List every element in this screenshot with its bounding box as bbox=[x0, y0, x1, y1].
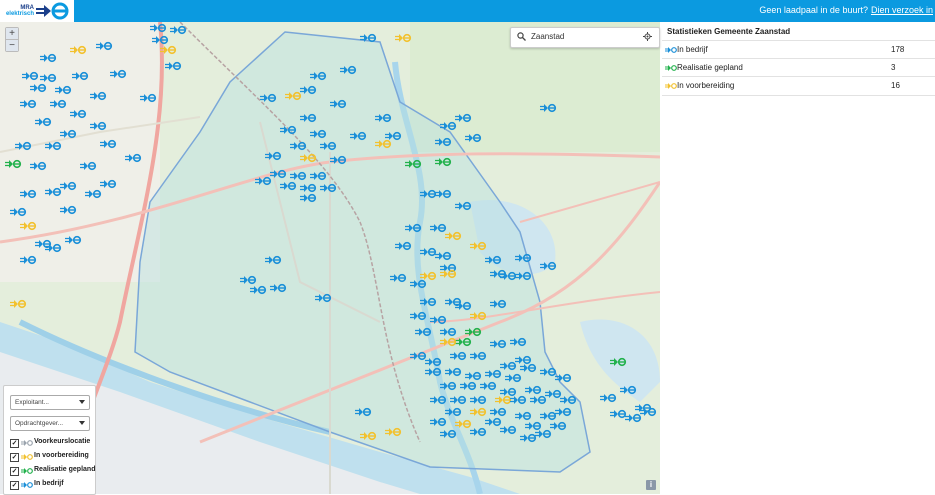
request-link[interactable]: Dien verzoek in bbox=[871, 5, 933, 15]
zoom-control: + − bbox=[5, 27, 19, 52]
locate-icon[interactable] bbox=[643, 32, 652, 41]
map-canvas[interactable] bbox=[0, 22, 660, 494]
plug-yellow-icon bbox=[21, 454, 33, 460]
checkbox[interactable]: ✓ bbox=[10, 439, 19, 448]
stats-panel: Statistieken Gemeente Zaanstad In bedrij… bbox=[662, 22, 935, 494]
stats-row-realisatie-gepland: Realisatie gepland 3 bbox=[662, 58, 935, 77]
search-input[interactable]: Zaanstad bbox=[531, 32, 564, 41]
plug-grey-icon bbox=[21, 440, 33, 446]
plug-blue-icon bbox=[21, 482, 33, 488]
stats-row-in-bedrijf: In bedrijf 178 bbox=[662, 40, 935, 59]
chevron-down-icon bbox=[79, 421, 85, 425]
stats-row-in-voorbereiding: In voorbereiding 16 bbox=[662, 76, 935, 96]
opdrachtgever-select[interactable]: Opdrachtgever... bbox=[10, 416, 90, 431]
plug-blue-icon bbox=[665, 47, 677, 53]
plug-yellow-icon bbox=[665, 83, 677, 89]
plug-logo-icon bbox=[36, 2, 69, 20]
zoom-out-button[interactable]: − bbox=[6, 39, 18, 51]
search-box[interactable]: Zaanstad bbox=[510, 27, 660, 48]
top-bar: MRA elektrisch Geen laadpaal in de buurt… bbox=[0, 0, 935, 22]
exploitant-select[interactable]: Exploitant... bbox=[10, 395, 90, 410]
checkbox[interactable]: ✓ bbox=[10, 453, 19, 462]
plug-green-icon bbox=[665, 65, 677, 71]
checkbox[interactable]: ✓ bbox=[10, 467, 19, 476]
map-view[interactable] bbox=[0, 22, 660, 494]
search-icon bbox=[517, 32, 526, 41]
zoom-in-button[interactable]: + bbox=[6, 28, 18, 39]
info-button[interactable]: i bbox=[646, 480, 656, 490]
checkbox[interactable]: ✓ bbox=[10, 481, 19, 490]
chevron-down-icon bbox=[79, 400, 85, 404]
plug-green-icon bbox=[21, 468, 33, 474]
stats-title: Statistieken Gemeente Zaanstad bbox=[667, 27, 791, 36]
no-charger-message: Geen laadpaal in de buurt? Dien verzoek i… bbox=[759, 5, 933, 15]
logo-text: MRA elektrisch bbox=[5, 5, 34, 17]
mra-logo[interactable]: MRA elektrisch bbox=[0, 0, 74, 22]
filter-panel: Exploitant... Opdrachtgever... ✓ Voorkeu… bbox=[3, 385, 96, 495]
